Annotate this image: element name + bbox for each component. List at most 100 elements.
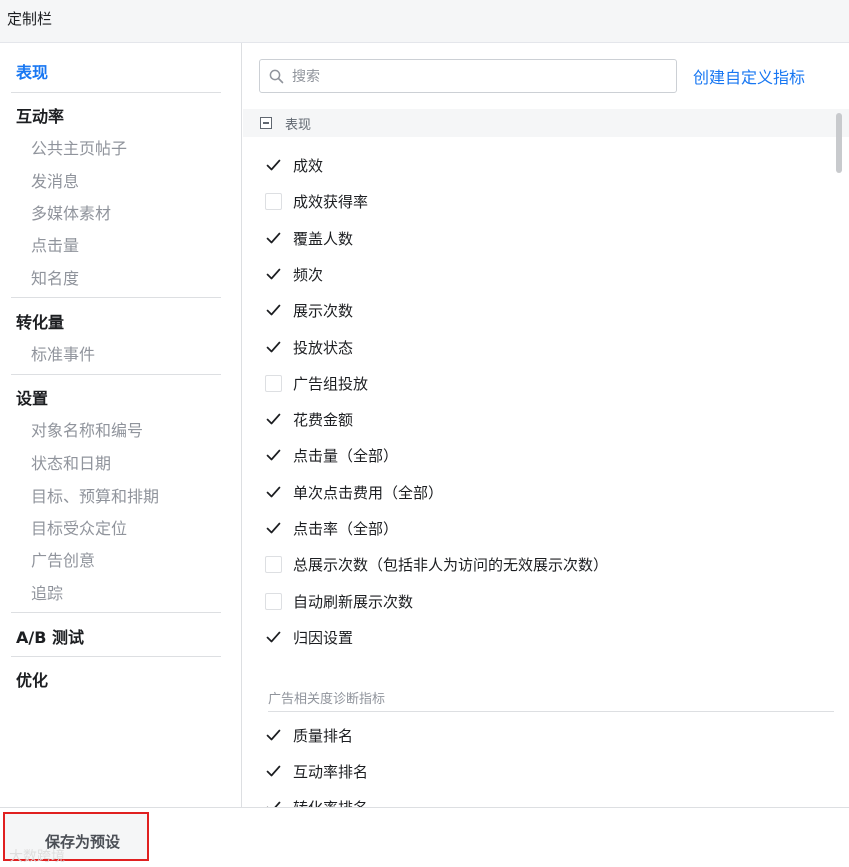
metric-label: 质量排名 (293, 727, 354, 745)
metric-checkbox-row[interactable]: 频次 (265, 262, 765, 286)
checkbox-checked[interactable] (265, 799, 282, 807)
collapse-icon[interactable] (260, 117, 272, 129)
checkbox-checked[interactable] (265, 157, 282, 174)
sidebar-divider (11, 612, 221, 613)
sidebar-divider (11, 374, 221, 375)
section-header-performance[interactable]: 表现 (243, 109, 849, 137)
metrics-panel: 创建自定义指标 表现 成效成效获得率覆盖人数频次展示次数投放状态广告组投放花费金… (243, 43, 849, 807)
checkbox-checked[interactable] (265, 302, 282, 319)
metric-checkbox-row[interactable]: 投放状态 (265, 335, 765, 359)
sidebar-item-awareness[interactable]: 知名度 (31, 265, 79, 289)
sidebar-item-media[interactable]: 多媒体素材 (31, 200, 111, 224)
checkbox-checked[interactable] (265, 727, 282, 744)
sidebar-item-object-names[interactable]: 对象名称和编号 (31, 417, 143, 441)
footer: 保存为预设 大数跨境 (0, 807, 849, 867)
metric-label: 覆盖人数 (293, 229, 354, 248)
search-icon (269, 69, 284, 84)
metric-label: 频次 (293, 265, 324, 284)
checkbox-checked[interactable] (265, 339, 282, 356)
metric-checkbox-row[interactable]: 质量排名 (265, 723, 765, 747)
sidebar-group-engagement[interactable]: 互动率 (16, 103, 64, 127)
check-icon (266, 159, 281, 171)
sidebar-item-status-dates[interactable]: 状态和日期 (31, 450, 111, 474)
sidebar-item-messaging[interactable]: 发消息 (31, 168, 79, 192)
metric-checkbox-row[interactable]: 总展示次数（包括非人为访问的无效展示次数） (265, 552, 765, 576)
sidebar-item-tracking[interactable]: 追踪 (31, 580, 63, 604)
metric-checkbox-row[interactable]: 花费金额 (265, 407, 765, 431)
sidebar-item-goal-budget[interactable]: 目标、预算和排期 (31, 483, 159, 507)
metric-checkbox-row[interactable]: 展示次数 (265, 298, 765, 322)
window-title: 定制栏 (7, 10, 53, 28)
search-box[interactable] (259, 59, 677, 93)
checkbox-checked[interactable] (265, 763, 282, 780)
check-icon (266, 341, 281, 352)
checkbox-checked[interactable] (265, 484, 282, 501)
sidebar-item-standard-events[interactable]: 标准事件 (31, 341, 95, 365)
metric-label: 点击量（全部） (293, 447, 399, 466)
sidebar-item-targeting[interactable]: 目标受众定位 (31, 515, 127, 539)
checkbox-unchecked[interactable] (265, 556, 282, 574)
sidebar-item-clicks[interactable]: 点击量 (31, 232, 79, 256)
metric-checkbox-row[interactable]: 点击率（全部） (265, 516, 765, 540)
checkbox-unchecked[interactable] (265, 193, 282, 211)
check-icon (266, 522, 281, 534)
sidebar: 表现 互动率 公共主页帖子 发消息 多媒体素材 点击量 知名度 转化量 标准事件… (0, 43, 242, 807)
metric-label: 单次点击费用（全部） (293, 483, 444, 502)
checkbox-checked[interactable] (265, 629, 282, 646)
metric-checkbox-row[interactable]: 归因设置 (265, 625, 765, 649)
metric-checkbox-row[interactable]: 点击量（全部） (265, 443, 765, 467)
metric-checkbox-row[interactable]: 自动刷新展示次数 (265, 589, 765, 613)
sidebar-group-ab-test[interactable]: A/B 测试 (16, 624, 84, 648)
checkbox-checked[interactable] (265, 447, 282, 464)
checkbox-checked[interactable] (265, 230, 282, 247)
check-icon (266, 765, 281, 777)
metric-label: 成效 (293, 157, 324, 175)
subsection-divider (268, 711, 834, 712)
scrollbar-thumb[interactable] (836, 113, 842, 173)
checkbox-unchecked[interactable] (265, 592, 282, 610)
checkbox-checked[interactable] (265, 266, 282, 283)
checkbox-unchecked[interactable] (265, 374, 282, 392)
checkbox-checked[interactable] (265, 520, 282, 537)
metric-checkbox-row[interactable]: 转化率排名 (265, 795, 765, 807)
metric-checkbox-row[interactable]: 成效获得率 (265, 189, 765, 213)
section-label: 表现 (285, 118, 312, 133)
metric-label: 花费金额 (293, 411, 354, 430)
sidebar-divider (11, 656, 221, 657)
sidebar-group-optimization[interactable]: 优化 (16, 667, 48, 691)
check-icon (266, 631, 281, 643)
sidebar-group-conversions[interactable]: 转化量 (16, 309, 64, 333)
check-icon (266, 729, 281, 741)
subsection-title: 广告相关度诊断指标 (268, 692, 386, 707)
watermark: 大数跨境 (9, 849, 65, 865)
check-icon (266, 486, 281, 498)
metric-checkbox-row[interactable]: 成效 (265, 153, 765, 177)
metric-label: 转化率排名 (293, 797, 368, 807)
search-input[interactable] (290, 66, 664, 88)
metric-label: 广告组投放 (293, 374, 369, 393)
sidebar-group-settings[interactable]: 设置 (16, 385, 48, 409)
check-icon (266, 232, 281, 243)
metric-checkbox-row[interactable]: 互动率排名 (265, 759, 765, 783)
title-bar: 定制栏 (0, 0, 849, 43)
metric-label: 归因设置 (293, 628, 354, 647)
metric-label: 互动率排名 (293, 763, 369, 781)
sidebar-divider (11, 92, 221, 93)
metric-label: 展示次数 (293, 302, 354, 321)
checkbox-checked[interactable] (265, 411, 282, 428)
metric-checkbox-row[interactable]: 广告组投放 (265, 371, 765, 395)
create-custom-metric-link[interactable]: 创建自定义指标 (693, 64, 805, 88)
sidebar-divider (11, 297, 221, 298)
check-icon (266, 304, 281, 316)
check-icon (266, 801, 281, 807)
check-icon (266, 450, 281, 461)
check-icon (266, 268, 281, 280)
metric-label: 点击率（全部） (293, 520, 399, 538)
metric-checkbox-row[interactable]: 单次点击费用（全部） (265, 480, 765, 504)
metric-checkbox-row[interactable]: 覆盖人数 (265, 226, 765, 250)
sidebar-group-performance[interactable]: 表现 (16, 59, 48, 83)
sidebar-item-creative[interactable]: 广告创意 (31, 547, 95, 571)
save-as-preset-button[interactable]: 保存为预设 大数跨境 (3, 812, 149, 865)
sidebar-item-page-posts[interactable]: 公共主页帖子 (31, 135, 127, 159)
check-icon (266, 413, 281, 425)
